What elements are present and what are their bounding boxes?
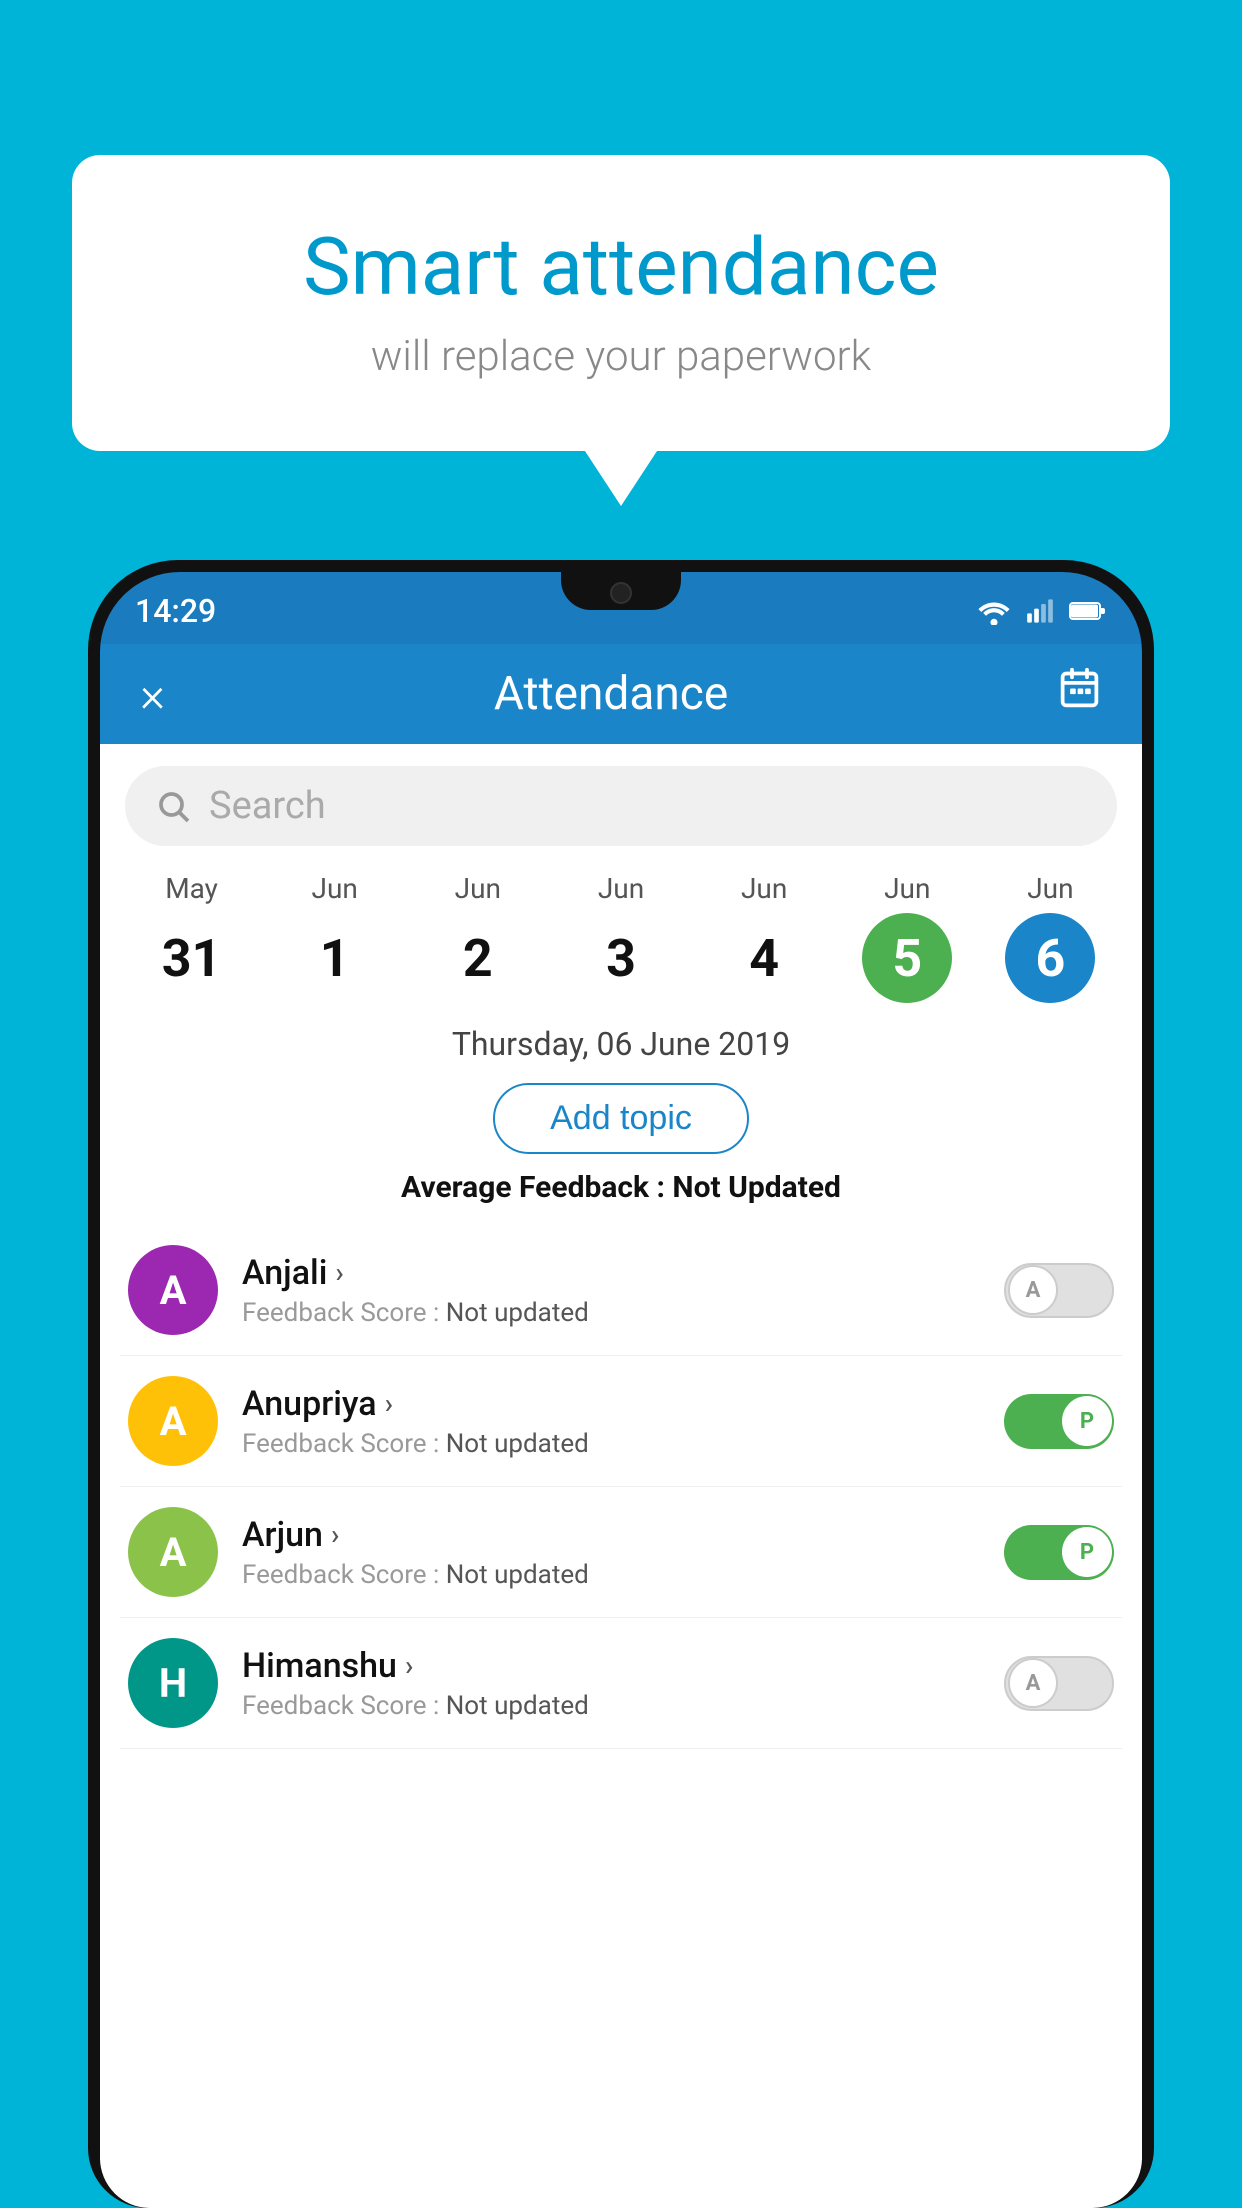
student-name[interactable]: Himanshu › [242,1646,980,1686]
student-name[interactable]: Anupriya › [242,1384,980,1424]
student-row: A Arjun › Feedback Score : Not updated P [120,1487,1122,1618]
avg-feedback-label: Average Feedback : [401,1170,665,1205]
search-icon [155,788,191,824]
calendar-strip: May 31 Jun 1 Jun 2 Jun 3 Jun 4 Jun 5 Jun 6 [100,862,1142,1013]
feedback-score: Feedback Score : Not updated [242,1298,980,1328]
phone-notch [561,572,681,610]
attendance-toggle[interactable]: P [1004,1525,1114,1580]
cal-month-label: Jun [1027,872,1073,905]
feedback-score: Feedback Score : Not updated [242,1691,980,1721]
cal-month-label: Jun [598,872,644,905]
student-avatar: A [128,1507,218,1597]
student-name[interactable]: Arjun › [242,1515,980,1555]
cal-day[interactable]: May 31 [120,872,263,1003]
attendance-toggle[interactable]: A [1004,1656,1114,1711]
camera-dot [610,582,632,604]
student-name[interactable]: Anjali › [242,1253,980,1293]
battery-icon [1069,598,1107,624]
student-avatar: A [128,1376,218,1466]
selected-date: Thursday, 06 June 2019 [100,1013,1142,1077]
student-info: Himanshu › Feedback Score : Not updated [242,1646,980,1721]
bubble-title: Smart attendance [132,220,1110,314]
wifi-icon [977,597,1011,625]
student-avatar: A [128,1245,218,1335]
cal-day[interactable]: Jun 3 [549,872,692,1003]
chevron-icon: › [335,1256,343,1289]
cal-month-label: Jun [884,872,930,905]
chevron-icon: › [385,1387,393,1420]
cal-day[interactable]: Jun 4 [693,872,836,1003]
close-button[interactable]: × [140,666,165,723]
add-topic-container: Add topic [100,1083,1142,1154]
status-time: 14:29 [135,586,216,630]
student-list: AAnjali ›Feedback Score : Not updatedAAA… [100,1225,1142,1749]
attendance-toggle[interactable]: A [1004,1263,1114,1318]
add-topic-button[interactable]: Add topic [493,1083,749,1154]
cal-date-number: 3 [576,913,666,1003]
cal-month-label: May [165,872,218,905]
calendar-icon[interactable] [1057,666,1102,722]
cal-date-number: 31 [147,913,237,1003]
app-bar-title: Attendance [494,667,728,721]
chevron-icon: › [405,1649,413,1682]
avg-feedback-value: Not Updated [672,1170,841,1205]
bubble-subtitle: will replace your paperwork [132,332,1110,381]
student-row: H Himanshu › Feedback Score : Not updated A [120,1618,1122,1749]
cal-date-number: 6 [1005,913,1095,1003]
cal-month-label: Jun [741,872,787,905]
feedback-score: Feedback Score : Not updated [242,1560,980,1590]
signal-icon [1025,597,1055,625]
cal-date-number: 4 [719,913,809,1003]
student-info: Arjun › Feedback Score : Not updated [242,1515,980,1590]
search-bar[interactable]: Search [125,766,1117,846]
toggle-knob: P [1062,1396,1112,1446]
student-row: A Anjali › Feedback Score : Not updated A [120,1225,1122,1356]
cal-day[interactable]: Jun 1 [263,872,406,1003]
search-input[interactable]: Search [209,784,326,828]
cal-month-label: Jun [312,872,358,905]
feedback-score: Feedback Score : Not updated [242,1429,980,1459]
attendance-toggle[interactable]: P [1004,1394,1114,1449]
cal-day[interactable]: Jun 6 [979,872,1122,1003]
cal-day[interactable]: Jun 5 [836,872,979,1003]
screen-content: Search May 31 Jun 1 Jun 2 Jun 3 Jun 4 Jun 5 Jun 6 Thu… [100,744,1142,2208]
toggle-knob: P [1062,1527,1112,1577]
cal-month-label: Jun [455,872,501,905]
avg-feedback: Average Feedback : Not Updated [100,1170,1142,1205]
speech-bubble-container: Smart attendance will replace your paper… [72,155,1170,451]
chevron-icon: › [331,1518,339,1551]
phone-frame: 14:29 [88,560,1154,2208]
student-row: A Anupriya › Feedback Score : Not updated P [120,1356,1122,1487]
phone-inner: 14:29 [100,572,1142,2208]
cal-date-number: 2 [433,913,523,1003]
status-icons [977,591,1107,625]
cal-date-number: 1 [290,913,380,1003]
cal-day[interactable]: Jun 2 [406,872,549,1003]
student-avatar: H [128,1638,218,1728]
cal-date-number: 5 [862,913,952,1003]
toggle-knob: A [1008,1658,1058,1708]
toggle-knob: A [1008,1265,1058,1315]
student-info: Anupriya › Feedback Score : Not updated [242,1384,980,1459]
speech-bubble: Smart attendance will replace your paper… [72,155,1170,451]
student-info: Anjali › Feedback Score : Not updated [242,1253,980,1328]
app-bar: × Attendance [100,644,1142,744]
